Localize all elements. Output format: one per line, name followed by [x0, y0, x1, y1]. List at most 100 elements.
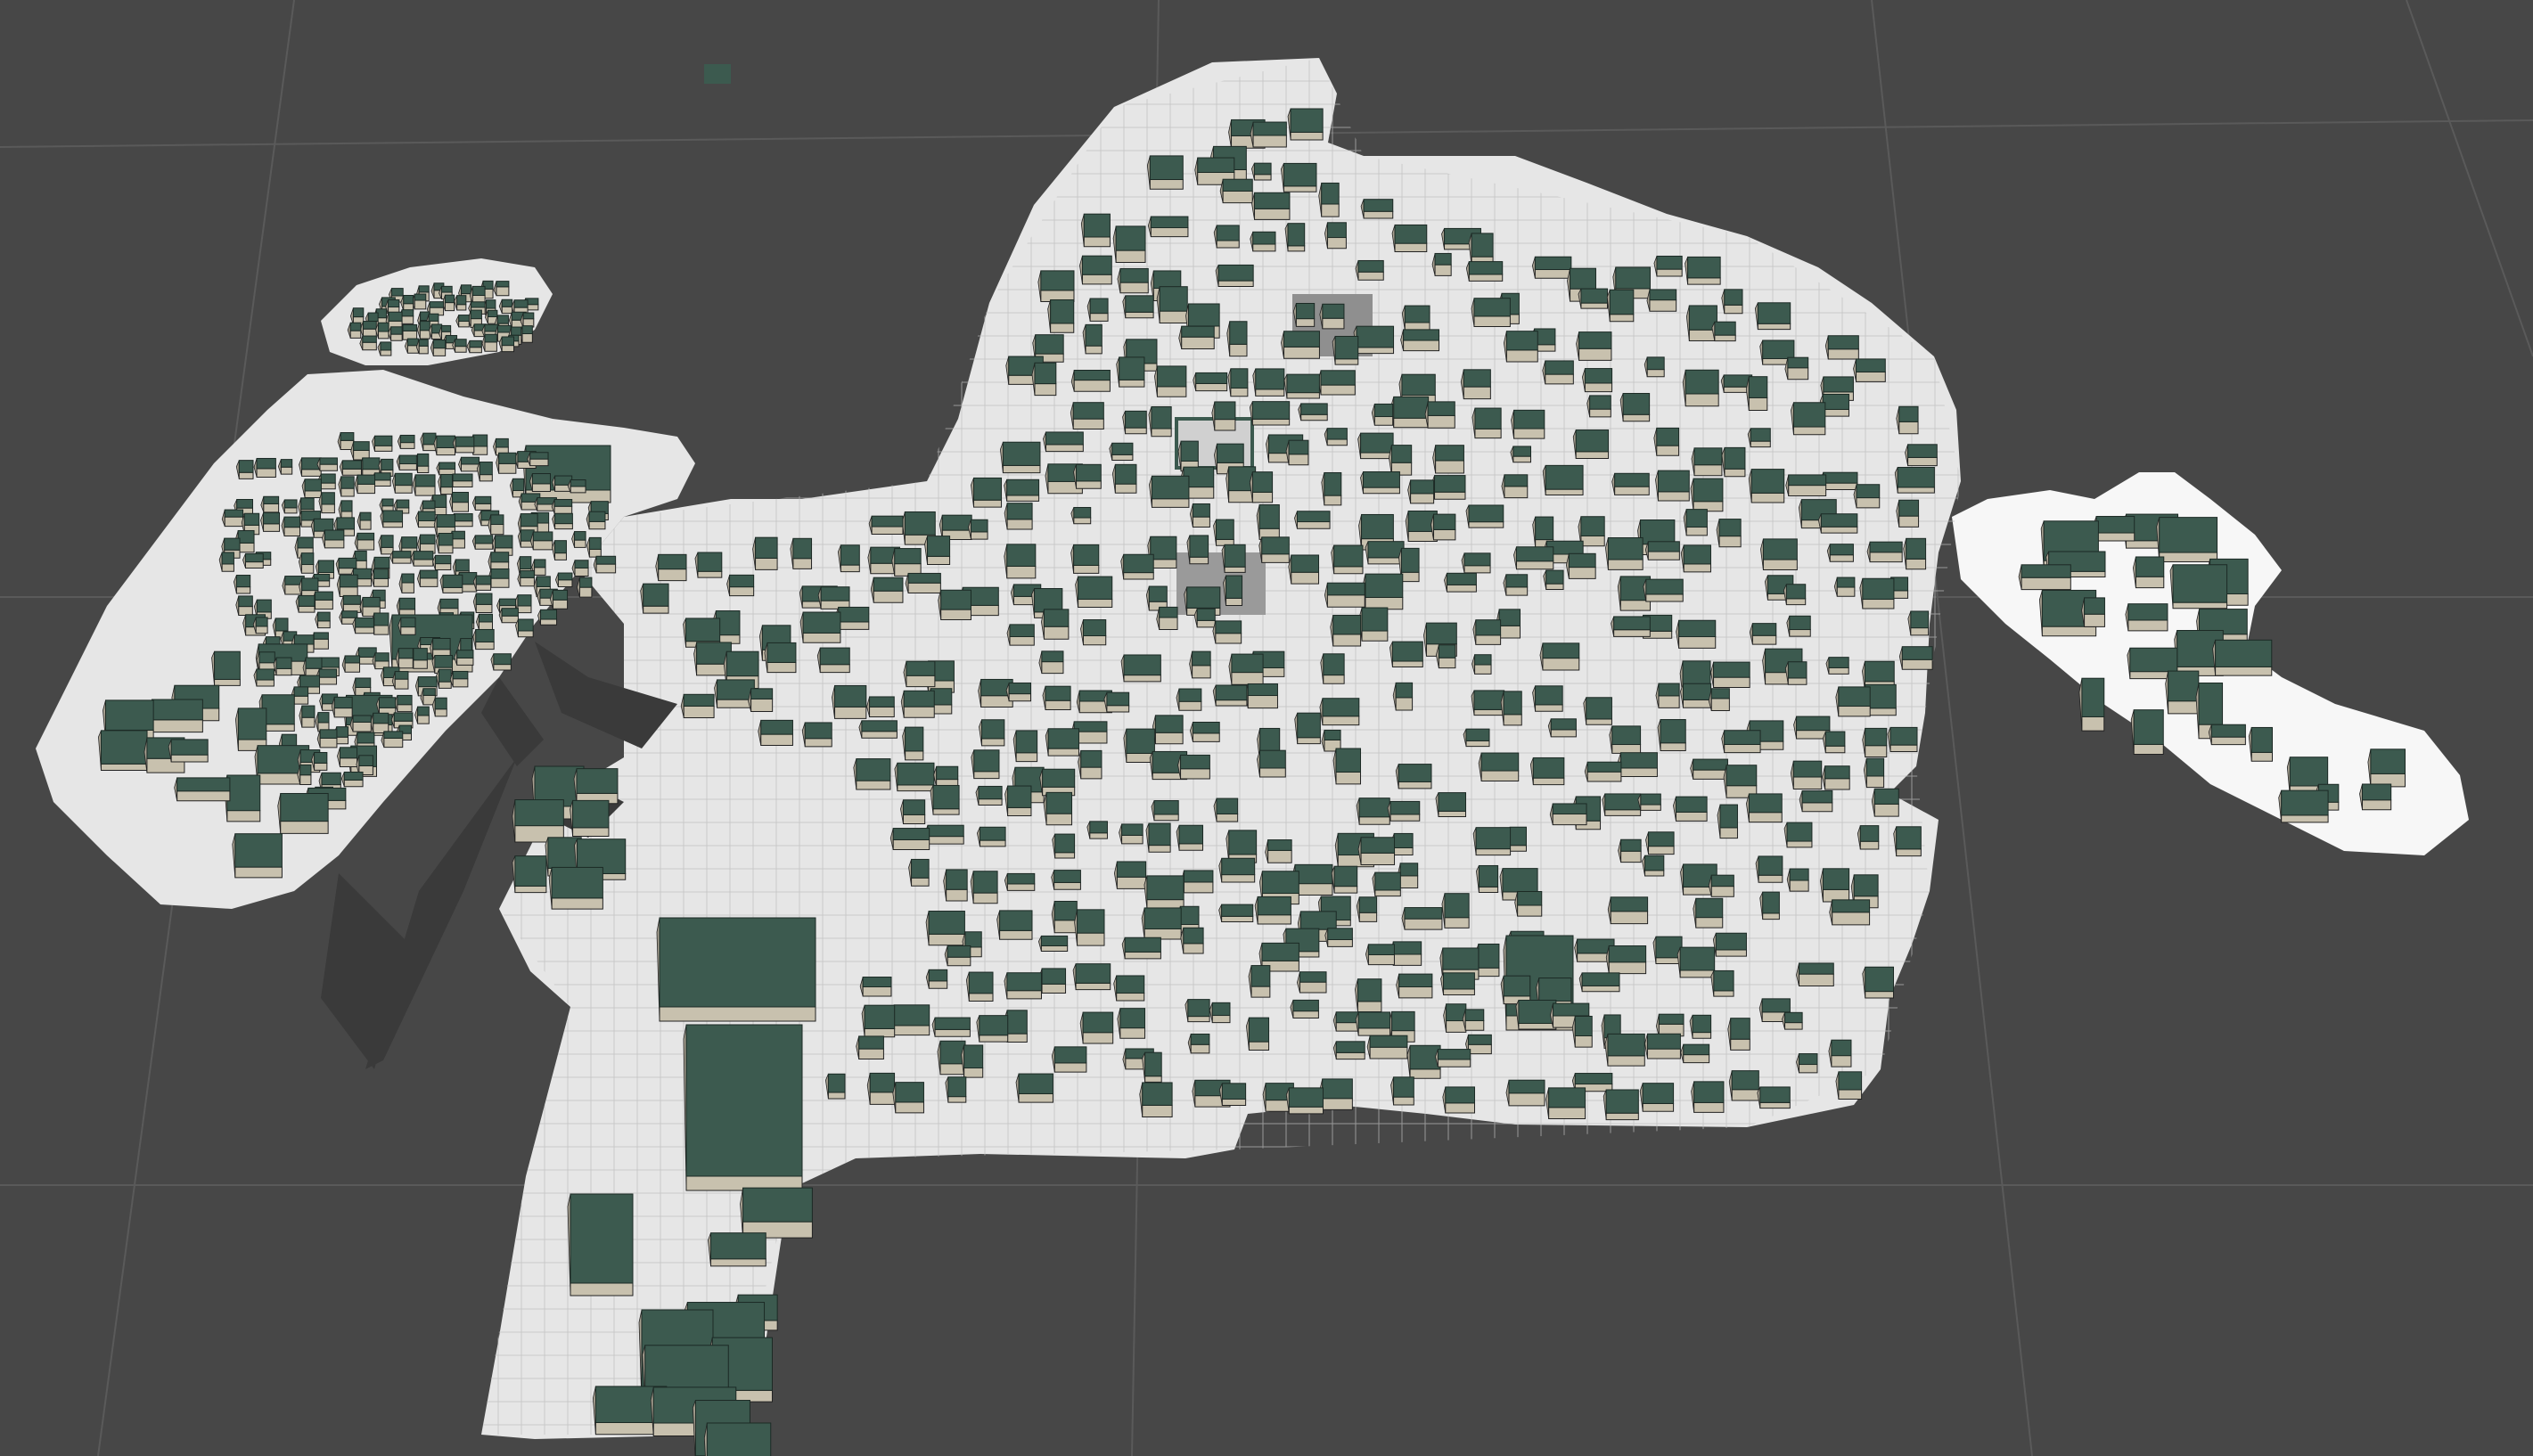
building-roof — [1823, 376, 1854, 393]
building-roof — [706, 1422, 772, 1456]
building-roof — [434, 697, 447, 710]
scene-viewport[interactable] — [0, 0, 2533, 1456]
building — [396, 597, 416, 618]
building-wall — [1195, 382, 1228, 392]
building-wall — [235, 586, 251, 594]
building-roof — [927, 824, 964, 838]
building-roof — [394, 671, 409, 680]
building — [1139, 1082, 1173, 1117]
building-wall — [1434, 491, 1466, 500]
building-roof — [453, 513, 473, 522]
building — [971, 749, 1000, 780]
building — [299, 552, 315, 574]
building-wall — [1714, 334, 1736, 342]
building — [410, 551, 434, 567]
building-roof — [1787, 356, 1809, 369]
building-wall — [520, 577, 535, 587]
building — [1250, 231, 1276, 252]
building-roof — [1614, 472, 1650, 487]
building-roof — [1357, 1011, 1391, 1029]
building — [708, 1232, 766, 1267]
building — [1389, 941, 1422, 966]
building-roof — [490, 514, 504, 526]
building — [1193, 372, 1228, 392]
building-roof — [340, 476, 355, 489]
building — [475, 613, 494, 631]
building-roof — [398, 597, 416, 610]
building — [1465, 261, 1504, 282]
building-roof — [1508, 1079, 1545, 1094]
building — [1637, 793, 1661, 811]
building-roof — [972, 477, 1003, 501]
building-wall — [1369, 1046, 1408, 1059]
building — [868, 515, 904, 536]
building — [331, 696, 353, 718]
building-wall — [1518, 1023, 1557, 1030]
building — [449, 670, 469, 688]
building-roof — [471, 301, 486, 308]
building-wall — [1906, 558, 1927, 570]
building — [977, 826, 1006, 847]
building — [1680, 1043, 1710, 1064]
building — [1006, 624, 1035, 646]
building-roof — [301, 705, 316, 718]
building — [1690, 478, 1724, 512]
building — [493, 281, 510, 297]
building — [235, 460, 254, 479]
building-roof — [1042, 768, 1076, 788]
building — [1586, 395, 1611, 418]
building-wall — [100, 763, 148, 772]
building — [961, 1044, 984, 1078]
building-roof — [522, 312, 535, 320]
building-roof — [1398, 764, 1432, 782]
building-wall — [1498, 625, 1521, 639]
building — [1862, 966, 1894, 999]
building-roof — [1299, 971, 1327, 983]
building — [1156, 286, 1188, 323]
building-roof — [1214, 401, 1236, 421]
building-roof — [892, 828, 930, 840]
building-wall — [928, 933, 965, 946]
building — [1829, 899, 1871, 926]
building-wall — [588, 520, 606, 530]
building-roof — [1658, 1013, 1685, 1025]
building — [1673, 796, 1708, 822]
city-model-scene[interactable] — [0, 0, 2533, 1456]
building-roof — [1041, 968, 1067, 985]
building-wall — [333, 708, 353, 718]
building — [476, 462, 493, 482]
building — [273, 657, 292, 676]
building — [892, 1082, 924, 1114]
building — [1607, 896, 1649, 925]
building-roof — [362, 457, 381, 470]
building-roof — [1124, 937, 1161, 953]
building-wall — [697, 570, 723, 578]
building-wall — [1326, 237, 1347, 249]
building-wall — [2081, 716, 2105, 732]
building-wall — [493, 664, 512, 671]
building-wall — [378, 331, 389, 339]
building-wall — [1831, 1055, 1852, 1067]
building-wall — [475, 603, 493, 613]
building — [1717, 804, 1738, 839]
building-roof — [499, 598, 517, 607]
building — [416, 321, 430, 339]
building-roof — [1719, 804, 1738, 829]
building-roof — [367, 312, 379, 322]
building-wall — [401, 315, 414, 324]
building — [1655, 1013, 1685, 1037]
building — [1400, 329, 1440, 352]
building — [466, 339, 482, 354]
building — [890, 1004, 930, 1036]
building-roof — [1675, 796, 1708, 813]
building-wall — [1211, 1015, 1231, 1024]
building-wall — [973, 771, 1000, 780]
building — [1371, 403, 1394, 426]
building-roof — [406, 338, 419, 347]
building-wall — [1750, 440, 1771, 448]
building-wall — [1183, 881, 1214, 894]
building-wall — [1326, 594, 1365, 608]
building-roof — [1751, 623, 1777, 636]
building — [1857, 825, 1880, 850]
building-roof — [1829, 544, 1854, 556]
